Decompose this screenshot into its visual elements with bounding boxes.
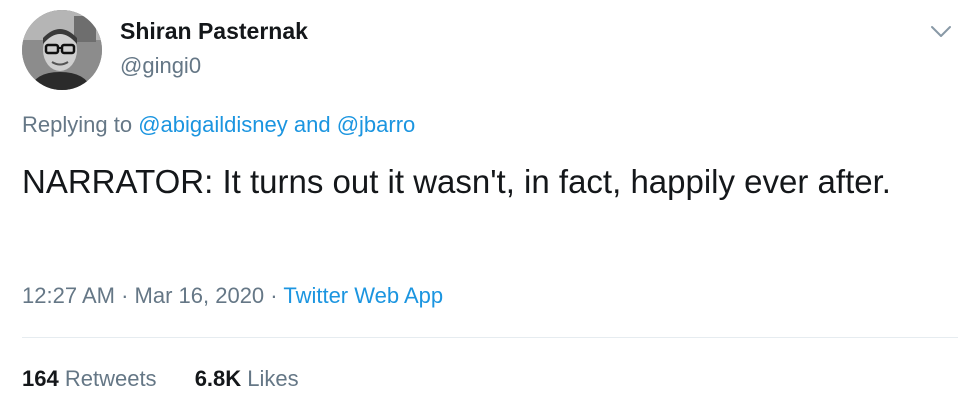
meta-separator: · [121, 283, 129, 308]
mention-link[interactable]: @abigaildisney [138, 112, 288, 137]
tweet-date[interactable]: Mar 16, 2020 [135, 283, 265, 308]
person-photo-avatar-icon [22, 10, 102, 90]
likes-stat[interactable]: 6.8K Likes [195, 366, 299, 392]
tweet-stats: 164 Retweets 6.8K Likes [22, 366, 331, 392]
tweet-card: Shiran Pasternak @gingi0 Replying to @ab… [0, 0, 980, 416]
replying-to: Replying to @abigaildisney and @jbarro [22, 112, 415, 138]
tweet-text: NARRATOR: It turns out it wasn't, in fac… [22, 163, 891, 200]
user-handle[interactable]: @gingi0 [120, 53, 201, 79]
meta-separator: · [270, 283, 278, 308]
retweets-count: 164 [22, 366, 59, 391]
replying-prefix: Replying to [22, 112, 133, 137]
tweet-time[interactable]: 12:27 AM [22, 283, 115, 308]
retweets-stat[interactable]: 164 Retweets [22, 366, 157, 392]
likes-count: 6.8K [194, 366, 242, 391]
replying-conjunction[interactable]: and [294, 112, 331, 137]
display-name[interactable]: Shiran Pasternak [120, 18, 308, 45]
divider [22, 337, 958, 338]
likes-label: Likes [247, 366, 299, 391]
mention-link[interactable]: @jbarro [337, 112, 416, 137]
retweets-label: Retweets [64, 366, 157, 391]
tweet-meta: 12:27 AM · Mar 16, 2020 · Twitter Web Ap… [22, 283, 443, 309]
chevron-down-icon[interactable] [928, 18, 954, 44]
avatar[interactable] [22, 10, 102, 90]
tweet-source-link[interactable]: Twitter Web App [283, 283, 443, 308]
